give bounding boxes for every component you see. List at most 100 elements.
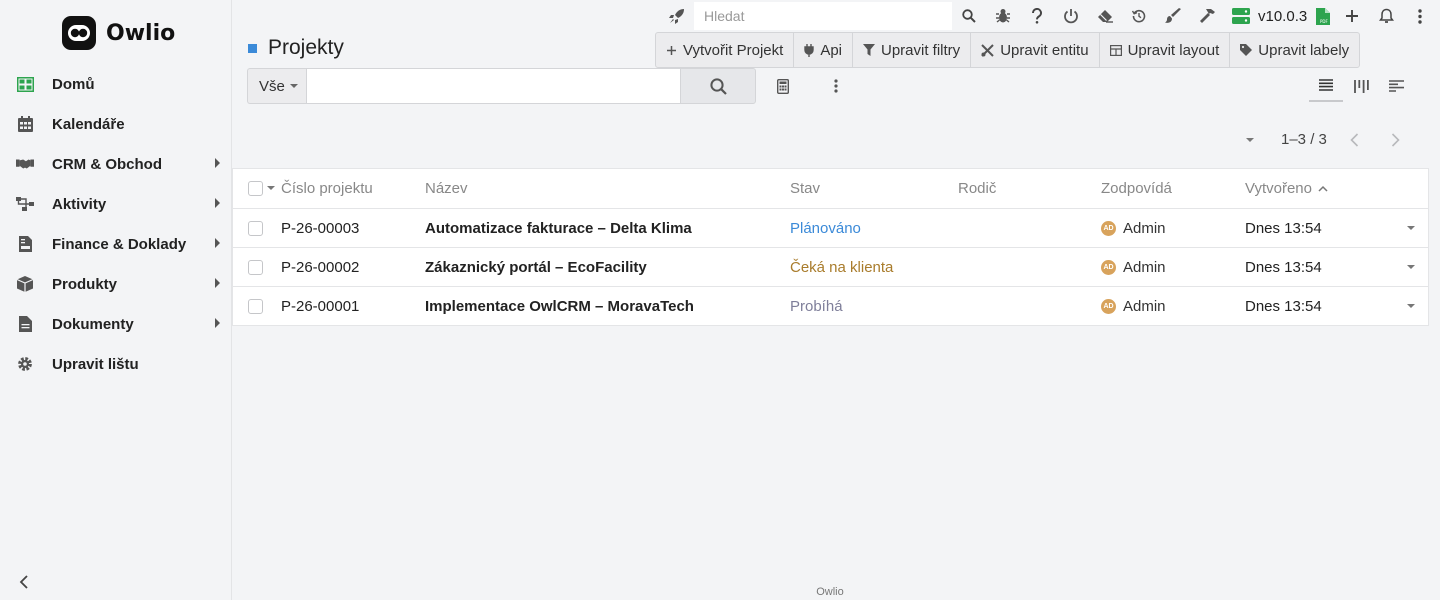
page-header: Projekty — [248, 36, 344, 60]
filter-preset-select[interactable]: Vše — [247, 68, 307, 104]
footer-brand: Owlio — [816, 586, 844, 598]
search-icon — [709, 77, 727, 95]
pagination-range: 1–3 / 3 — [1281, 131, 1327, 148]
page-size-caret-icon[interactable] — [1246, 138, 1254, 142]
created-value: Dnes 13:54 — [1245, 219, 1322, 237]
list-view-button[interactable] — [1309, 70, 1343, 102]
hammer-icon[interactable] — [1190, 0, 1224, 32]
chevron-right-icon — [1391, 133, 1400, 147]
table-icon — [1109, 44, 1122, 56]
plus-icon[interactable] — [1335, 0, 1369, 32]
owner-link[interactable]: Admin — [1123, 220, 1166, 237]
column-header-owner[interactable]: Zodpovídá — [1101, 169, 1172, 207]
project-number: P-26-00002 — [281, 258, 360, 276]
edit-filters-button[interactable]: Upravit filtry — [852, 33, 970, 67]
table-row[interactable]: P-26-00003 Automatizace fakturace – Delt… — [233, 208, 1428, 247]
create-project-button[interactable]: Vytvořit Projekt — [656, 33, 793, 67]
pdf-icon[interactable]: PDF — [1311, 0, 1335, 32]
previous-page-button[interactable] — [1343, 128, 1365, 152]
column-header-name[interactable]: Název — [425, 169, 468, 207]
sidebar-item-label: Domů — [52, 75, 95, 93]
sidebar-item-label: Finance & Doklady — [52, 235, 187, 253]
project-number: P-26-00001 — [281, 297, 360, 315]
app-name: Owlio — [106, 20, 176, 46]
more-options-button[interactable] — [826, 74, 846, 98]
owl-logo-icon — [62, 16, 96, 50]
timeline-view-button[interactable] — [1379, 70, 1413, 102]
search-icon[interactable] — [952, 0, 986, 32]
next-page-button[interactable] — [1384, 128, 1406, 152]
created-value: Dnes 13:54 — [1245, 297, 1322, 315]
gear-icon — [16, 355, 34, 373]
tools-icon — [981, 43, 994, 57]
filter-icon — [863, 44, 875, 56]
sidebar-item-kalendare[interactable]: Kalendáře — [0, 104, 232, 144]
calendar-icon — [16, 115, 34, 133]
sidebar-item-domu[interactable]: Domů — [0, 64, 232, 104]
global-search-input[interactable] — [694, 2, 952, 30]
sidebar-item-label: Kalendáře — [52, 115, 125, 133]
search-button[interactable] — [680, 68, 756, 104]
project-name-link[interactable]: Zákaznický portál – EcoFacility — [425, 248, 647, 286]
row-actions-caret-icon[interactable] — [1407, 226, 1415, 230]
handshake-icon — [16, 155, 34, 173]
box-icon — [16, 275, 34, 293]
filter-preset-value: Vše — [259, 77, 285, 95]
sidebar-item-dokumenty[interactable]: Dokumenty — [0, 304, 232, 344]
column-header-created[interactable]: Vytvořeno — [1245, 169, 1328, 207]
column-header-status[interactable]: Stav — [790, 169, 820, 207]
sidebar-item-produkty[interactable]: Produkty — [0, 264, 232, 304]
history-icon[interactable] — [1122, 0, 1156, 32]
table-row[interactable]: P-26-00002 Zákaznický portál – EcoFacili… — [233, 247, 1428, 286]
sidebar-item-upravit-listu[interactable]: Upravit lištu — [0, 344, 232, 384]
column-header-label: Vytvořeno — [1245, 179, 1312, 197]
chevron-right-icon — [215, 278, 220, 288]
column-header-parent[interactable]: Rodič — [958, 169, 996, 207]
api-button[interactable]: Api — [793, 33, 852, 67]
version-label: v10.0.3 — [1258, 7, 1308, 25]
database-icon[interactable] — [1224, 0, 1258, 32]
power-icon[interactable] — [1054, 0, 1088, 32]
table-row[interactable]: P-26-00001 Implementace OwlCRM – MoravaT… — [233, 286, 1428, 325]
help-icon[interactable] — [1020, 0, 1054, 32]
sort-ascending-icon — [1318, 185, 1328, 192]
sidebar-item-finance-doklady[interactable]: Finance & Doklady — [0, 224, 232, 264]
sidebar-item-aktivity[interactable]: Aktivity — [0, 184, 232, 224]
row-checkbox[interactable] — [248, 298, 263, 314]
top-bar: v10.0.3 PDF — [660, 0, 1437, 32]
column-header-number[interactable]: Číslo projektu — [281, 169, 373, 207]
project-name-link[interactable]: Automatizace fakturace – Delta Klima — [425, 209, 692, 247]
status-badge: Probíhá — [790, 297, 843, 315]
owner-link[interactable]: Admin — [1123, 259, 1166, 276]
collapse-sidebar-button[interactable] — [14, 572, 34, 592]
sitemap-icon — [16, 195, 34, 213]
status-badge: Plánováno — [790, 219, 861, 237]
caret-down-icon[interactable] — [267, 186, 275, 190]
kanban-view-button[interactable] — [1344, 70, 1378, 102]
chevron-right-icon — [215, 198, 220, 208]
bug-icon[interactable] — [986, 0, 1020, 32]
select-all-control — [248, 169, 275, 207]
row-checkbox[interactable] — [248, 259, 263, 275]
sidebar: Owlio Domů Kalendáře CRM & Obchod Aktivi… — [0, 0, 232, 600]
owner-link[interactable]: Admin — [1123, 298, 1166, 315]
calculator-button[interactable] — [770, 74, 796, 98]
app-logo[interactable]: Owlio — [62, 16, 175, 50]
bell-icon[interactable] — [1369, 0, 1403, 32]
eraser-icon[interactable] — [1088, 0, 1122, 32]
rocket-icon[interactable] — [660, 0, 694, 32]
owner-cell: AD Admin — [1101, 209, 1166, 247]
calculator-icon — [777, 78, 789, 94]
row-checkbox[interactable] — [248, 220, 263, 236]
text-filter-input[interactable] — [306, 68, 681, 104]
edit-layout-button[interactable]: Upravit layout — [1098, 33, 1230, 67]
row-actions-caret-icon[interactable] — [1407, 265, 1415, 269]
edit-entity-button[interactable]: Upravit entitu — [970, 33, 1098, 67]
row-actions-caret-icon[interactable] — [1407, 304, 1415, 308]
sidebar-item-crm-obchod[interactable]: CRM & Obchod — [0, 144, 232, 184]
project-name-link[interactable]: Implementace OwlCRM – MoravaTech — [425, 287, 694, 325]
brush-icon[interactable] — [1156, 0, 1190, 32]
select-all-checkbox[interactable] — [248, 180, 263, 196]
kebab-menu-icon[interactable] — [1403, 0, 1437, 32]
edit-labels-button[interactable]: Upravit labely — [1229, 33, 1359, 67]
